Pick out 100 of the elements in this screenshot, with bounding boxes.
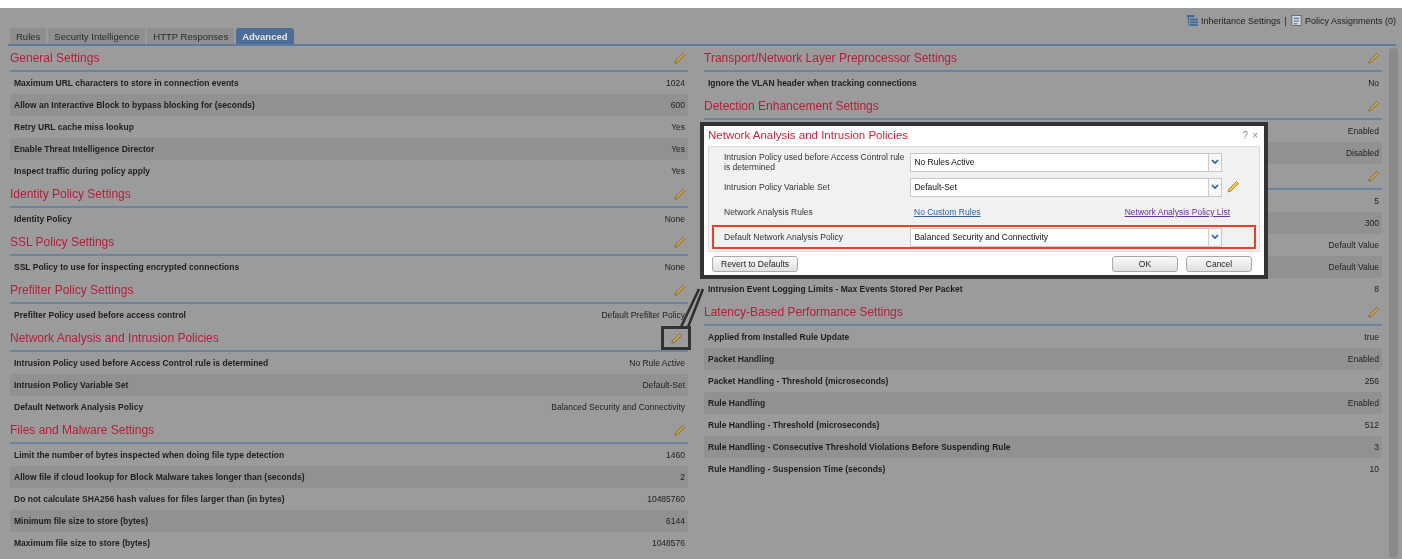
setting-value: 300 [1364,218,1379,228]
setting-value: 600 [670,100,685,110]
setting-label: Intrusion Policy Variable Set [14,380,129,390]
pencil-icon [673,51,686,65]
setting-label: Intrusion Event Logging Limits - Max Events Stored Per Packet [708,284,963,294]
setting-value: Yes [671,144,685,154]
setting-value: Enabled [1347,126,1379,136]
pencil-icon [673,423,686,437]
setting-label: Packet Handling [708,354,775,364]
dropdown[interactable]: Default-Set [910,177,1223,197]
caret-icon [1211,234,1220,240]
dropdown[interactable]: No Rules Active [910,152,1223,172]
setting-value: Default-Set [642,380,685,390]
setting-label: Rule Handling - Suspension Time (seconds) [708,464,886,474]
setting-label: Do not calculate SHA256 hash values for files larger than (in bytes) [14,494,285,504]
setting-label: Rule Handling - Consecutive Threshold Violations Before Suspending Rule [708,442,1011,452]
pencil-icon [673,235,686,249]
field-label: Default Network Analysis Policy [724,232,845,242]
setting-value: 512 [1364,420,1379,430]
pencil-icon [673,283,686,297]
setting-value: 2 [680,472,685,482]
field-label: Network Analysis Rules [724,207,814,217]
tab[interactable]: HTTP Responses [147,28,235,44]
setting-label: Ignore the VLAN header when tracking connections [708,78,917,88]
setting-value: 6144 [666,516,685,526]
pencil-icon [1367,99,1380,113]
setting-value: 10485760 [647,494,685,504]
pencil-icon [1367,305,1380,319]
setting-value: true [1364,332,1379,342]
pencil-icon [1226,180,1240,194]
setting-value: 3 [1374,442,1379,452]
setting-label: Limit the number of bytes inspected when doing file type detection [14,450,285,460]
link[interactable]: No Custom Rules [914,207,981,217]
setting-label: Maximum file size to store (bytes) [14,538,151,548]
setting-value: Default Value [1328,262,1379,272]
setting-label: Default Network Analysis Policy [14,402,144,412]
setting-label: Packet Handling - Threshold (microseconds) [708,376,889,386]
setting-label: Inspect traffic during policy apply [14,166,151,176]
setting-label: Allow file if cloud lookup for Block Malware takes longer than (seconds) [14,472,305,482]
section-title: Detection Enhancement Settings [704,99,879,113]
pencil-icon [1367,169,1380,183]
setting-value: Balanced Security and Connectivity [551,402,685,412]
dialog-button[interactable]: Cancel [1186,256,1252,272]
setting-value: Yes [671,122,685,132]
setting-value: Enabled [1347,398,1379,408]
tab[interactable]: Rules [10,28,47,44]
document-icon [1290,15,1302,26]
setting-label: Allow an Interactive Block to bypass blocking for (seconds) [14,100,255,110]
setting-value: No [1368,78,1379,88]
revert-button[interactable]: Revert to Defaults [712,256,799,272]
hierarchy-icon [1187,15,1199,26]
close-button[interactable]: × [1252,129,1258,141]
edit-button[interactable] [664,329,688,347]
setting-label: Minimum file size to store (bytes) [14,516,149,526]
setting-value: Disabled [1345,148,1379,158]
section-title: SSL Policy Settings [10,235,115,249]
setting-value: Enabled [1347,354,1379,364]
setting-label: Prefilter Policy used before access control [14,310,186,320]
caret-icon [1211,159,1220,165]
setting-label: Retry URL cache miss lookup [14,122,134,132]
section-title: Prefilter Policy Settings [10,283,134,297]
section-title: Identity Policy Settings [10,187,131,201]
edit-button[interactable] [1224,178,1242,196]
dialog-button[interactable]: OK [1112,256,1178,272]
setting-value: 5 [1374,196,1379,206]
setting-value: 8 [1374,284,1379,294]
setting-value: 10 [1369,464,1379,474]
setting-value: None [664,262,685,272]
setting-value: 256 [1364,376,1379,386]
setting-value: 1024 [666,78,685,88]
header-link[interactable]: Inheritance Settings [1201,15,1281,26]
setting-value: Yes [671,166,685,176]
setting-value: Default Prefilter Policy [601,310,685,320]
pencil-icon [673,187,686,201]
setting-value: 1048576 [651,538,685,548]
setting-value: No Rule Active [629,358,685,368]
dropdown[interactable]: Balanced Security and Connectivity [910,227,1223,247]
caret-icon [1211,184,1220,190]
setting-value: Default Value [1328,240,1379,250]
field-label: Intrusion Policy Variable Set [724,182,831,192]
tab[interactable]: Advanced [236,28,294,44]
dialog-title: Network Analysis and Intrusion Policies [708,129,909,141]
setting-value: None [664,214,685,224]
setting-label: Rule Handling - Threshold (microseconds) [708,420,880,430]
section-title: General Settings [10,51,100,65]
section-title: Files and Malware Settings [10,423,155,437]
setting-label: Rule Handling [708,398,766,408]
setting-label: Enable Threat Intelligence Director [14,144,155,154]
section-title: Transport/Network Layer Preprocessor Settings [704,51,957,65]
tab[interactable]: Security Intelligence [48,28,146,44]
separator: | [1284,15,1287,26]
setting-label: Intrusion Policy used before Access Control rule is determined [14,358,269,368]
pencil-icon [1367,51,1380,65]
section-title: Latency-Based Performance Settings [704,305,903,319]
setting-label: Applied from Installed Rule Update [708,332,850,342]
header-link[interactable]: Policy Assignments (0) [1304,15,1396,26]
setting-label: Maximum URL characters to store in connection events [14,78,239,88]
help-button[interactable]: ? [1242,129,1249,141]
pencil-icon [669,331,683,345]
link[interactable]: Network Analysis Policy List [1124,207,1230,217]
